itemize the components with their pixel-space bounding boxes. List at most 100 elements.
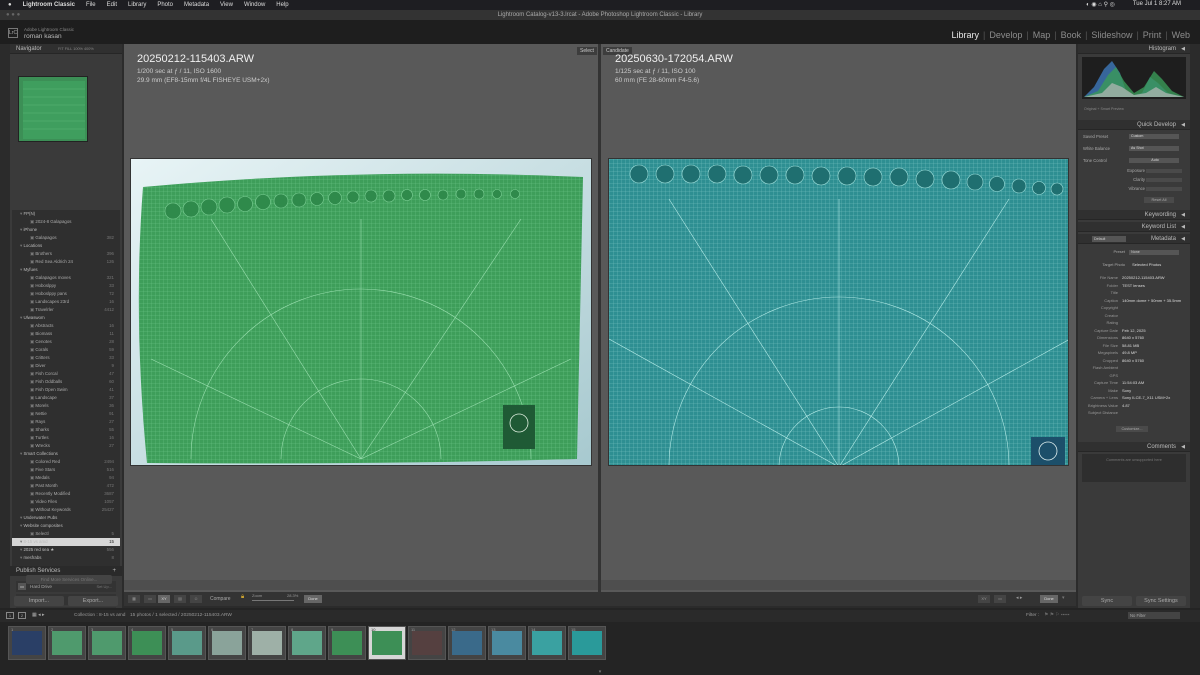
metadata-value[interactable]: 4.87 xyxy=(1122,402,1182,410)
filmstrip-thumbnail[interactable]: 8 xyxy=(288,626,326,660)
collection-item[interactable]: ▾ Ulwaswom xyxy=(12,314,120,322)
find-more-services-button[interactable]: Find More Services Online... xyxy=(26,575,112,584)
collection-item[interactable]: ▣ Past Month 472 xyxy=(12,482,120,490)
metadata-value[interactable]: 140mm dome + 50mm + 35.5mm M105FDE xyxy=(1122,297,1182,305)
metadata-value[interactable] xyxy=(1122,312,1182,320)
nav-fill[interactable]: FILL xyxy=(65,47,72,51)
collection-item[interactable]: ▣ Critters 33 xyxy=(12,354,120,362)
make-select-button[interactable]: ▭ xyxy=(994,595,1006,603)
keywording-header[interactable]: Keywording ◀ xyxy=(1078,210,1190,220)
clock[interactable]: Tue Jul 1 8:27 AM xyxy=(1133,1,1181,8)
import-button[interactable]: Import... xyxy=(14,596,64,606)
filmstrip-thumbnail[interactable]: 11 xyxy=(408,626,446,660)
filmstrip-thumbnail[interactable]: 4 xyxy=(128,626,166,660)
metadata-value[interactable]: 11:54:03 AM xyxy=(1122,379,1182,387)
nav-400[interactable]: 400% xyxy=(84,47,94,51)
toolbar-done-button[interactable]: Done xyxy=(1040,595,1058,603)
collection-item[interactable]: ▣ Galapagos 382 xyxy=(12,234,120,242)
collection-item[interactable]: ▣ Fish Oddballs 60 xyxy=(12,378,120,386)
saved-preset-dropdown[interactable]: Custom xyxy=(1129,134,1179,139)
module-develop[interactable]: Develop xyxy=(989,30,1022,40)
toolbar-menu-icon[interactable]: ▾ xyxy=(1062,595,1065,601)
collection-item[interactable]: ▣ Diver 9 xyxy=(12,362,120,370)
metadata-value[interactable] xyxy=(1122,319,1182,327)
menu-library[interactable]: Library xyxy=(128,2,146,8)
quick-develop-header[interactable]: Quick Develop ◀ xyxy=(1078,120,1190,130)
histogram-graph[interactable] xyxy=(1082,57,1186,99)
zoom-slider[interactable] xyxy=(252,600,294,601)
collection-item[interactable]: ▣ Landscape 37 xyxy=(12,394,120,402)
filter-dropdown[interactable]: No Filter xyxy=(1128,612,1180,619)
collection-item[interactable]: ▣ 2024-8 Galapagos xyxy=(12,218,120,226)
collection-item[interactable]: ▣ Fish Open Swim 41 xyxy=(12,386,120,394)
navigator-preview[interactable] xyxy=(18,76,88,142)
menu-photo[interactable]: Photo xyxy=(157,2,173,8)
collection-item[interactable]: ▾ Underwater Pubs xyxy=(12,514,120,522)
module-print[interactable]: Print xyxy=(1143,30,1162,40)
collection-item[interactable]: ▣ Medals 94 xyxy=(12,474,120,482)
swap-button[interactable]: XY xyxy=(978,595,990,603)
collection-item[interactable]: ▣ Rays 27 xyxy=(12,418,120,426)
prev-next-icons[interactable]: ◂ ▸ xyxy=(1016,595,1022,601)
filmstrip-source[interactable]: Collection : 8-15 vs amd xyxy=(74,613,125,618)
collection-item[interactable]: ▣ Red Sea Aldrich 24 126 xyxy=(12,258,120,266)
filmstrip-thumbnail[interactable]: 15 xyxy=(568,626,606,660)
collection-item[interactable]: ▣ Fish Corcal 47 xyxy=(12,370,120,378)
metadata-value[interactable] xyxy=(1122,364,1182,372)
collection-item[interactable]: ▾ mesfrabs 8 xyxy=(12,554,120,562)
metadata-value[interactable] xyxy=(1122,304,1182,312)
collection-item[interactable]: ▾ Website composites xyxy=(12,522,120,530)
filmstrip-collapse-icon[interactable]: ▾ xyxy=(594,669,606,675)
menu-app[interactable]: Lightroom Classic xyxy=(23,2,75,8)
collection-item[interactable]: ▾ Smart Collections xyxy=(12,450,120,458)
collection-item[interactable]: ▣ Corals 59 xyxy=(12,346,120,354)
filmstrip-thumbnail[interactable]: 9 xyxy=(328,626,366,660)
menu-file[interactable]: File xyxy=(86,2,96,8)
loupe-view-icon[interactable]: ▭ xyxy=(144,595,156,603)
module-library[interactable]: Library xyxy=(951,30,979,40)
collection-item[interactable]: ▾ FP(N) xyxy=(12,210,120,218)
tone-auto-button[interactable]: Auto xyxy=(1129,158,1179,163)
metadata-header[interactable]: Default Metadata ◀ xyxy=(1078,234,1190,244)
export-button[interactable]: Export... xyxy=(68,596,118,606)
collection-item[interactable]: ▣ Five Stars 516 xyxy=(12,466,120,474)
metadata-preset-dropdown[interactable]: Default xyxy=(1092,236,1126,242)
grid-nav-icon[interactable]: ▦ ◂ ▸ xyxy=(32,612,45,618)
keyword-list-header[interactable]: Keyword List ◀ xyxy=(1078,222,1190,232)
collection-item[interactable]: ▾ iPhone xyxy=(12,226,120,234)
sync-settings-button[interactable]: Sync Settings xyxy=(1136,596,1186,606)
filmstrip-thumbnail[interactable]: 10 xyxy=(368,626,406,660)
collection-item[interactable]: ▣ Morels 36 xyxy=(12,402,120,410)
metadata-value[interactable] xyxy=(1122,372,1182,380)
module-web[interactable]: Web xyxy=(1172,30,1190,40)
collection-item[interactable]: ▾ Myfues xyxy=(12,266,120,274)
main-window-icon[interactable]: 1 xyxy=(6,612,14,619)
nav-fit[interactable]: FIT xyxy=(58,47,64,51)
collection-item[interactable]: ▣ Nettie 91 xyxy=(12,410,120,418)
candidate-scroll-area[interactable] xyxy=(601,580,1076,590)
select-scroll-area[interactable] xyxy=(124,580,598,590)
compare-view-icon[interactable]: XY xyxy=(158,595,170,603)
metadata-value[interactable]: TEST lenses xyxy=(1122,282,1182,290)
candidate-photo[interactable] xyxy=(608,158,1069,466)
filter-flags-icons[interactable]: ⚑ ⚑ ⚐ ▪▪▪▪▪ xyxy=(1044,613,1069,618)
collections-list[interactable]: ▾ FP(N) ▣ 2024-8 Galapagos ▾ iPhone ▣ Galap… xyxy=(12,210,120,570)
status-icons[interactable]: ◐ ◉ ⌂ ⚲ ◎ xyxy=(1086,1,1115,8)
filmstrip-thumbnail[interactable]: 3 xyxy=(88,626,126,660)
customize-button[interactable]: Customize... xyxy=(1116,426,1148,432)
filmstrip-thumbnail[interactable]: 5 xyxy=(168,626,206,660)
people-view-icon[interactable]: ☺ xyxy=(190,595,202,603)
metadata-value[interactable] xyxy=(1122,289,1182,297)
metadata-value[interactable]: 8640 x 5760 xyxy=(1122,357,1182,365)
navigator-modes[interactable]: FIT FILL 100% 400% xyxy=(58,44,94,54)
collection-item[interactable]: ▣ Cenotes 28 xyxy=(12,338,120,346)
menu-view[interactable]: View xyxy=(220,2,233,8)
filmstrip-thumbnail[interactable]: 12 xyxy=(448,626,486,660)
filmstrip-thumbnail[interactable]: 7 xyxy=(248,626,286,660)
comments-header[interactable]: Comments ◀ xyxy=(1078,442,1190,452)
menu-window[interactable]: Window xyxy=(244,2,265,8)
grid-view-icon[interactable]: ▦ xyxy=(128,595,140,603)
metadata-value[interactable]: Feb 12, 2025 xyxy=(1122,327,1182,335)
filmstrip-thumbnail[interactable]: 14 xyxy=(528,626,566,660)
metadata-value[interactable]: 58.81 MB xyxy=(1122,342,1182,350)
